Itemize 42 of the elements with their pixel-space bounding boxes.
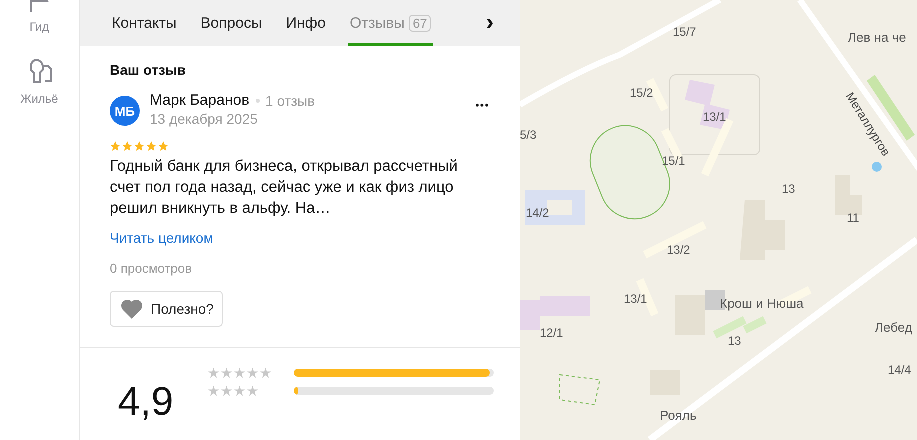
author-name: Марк Баранов: [150, 92, 250, 109]
house-number: 15/2: [630, 86, 654, 100]
more-button[interactable]: •••: [471, 96, 494, 116]
views-count: 0 просмотров: [110, 261, 194, 276]
separator-dot: [256, 98, 260, 102]
star-label: ★★★★★: [208, 366, 274, 380]
star-icon: [122, 141, 133, 152]
place-label: Лев на че: [848, 30, 906, 45]
house-number: 15/7: [673, 25, 696, 39]
read-more-link[interactable]: Читать целиком: [110, 230, 214, 246]
star-icon: [158, 141, 169, 152]
house-number: 13/1: [703, 110, 726, 124]
next-tabs-button[interactable]: ›: [480, 0, 500, 46]
heart-icon: [119, 298, 145, 320]
review-count: 1 отзыв: [266, 92, 316, 108]
avatar: МБ: [110, 96, 140, 126]
house-number: 14/4: [888, 363, 912, 377]
place-label: Крош и Нюша: [720, 296, 804, 311]
star-icon: [134, 141, 145, 152]
review-text: Годный банк для бизнеса, открывал рассчетный счет пол года назад, сейчас уже и как физ лицо решил вникнуть в альфу. На…: [110, 157, 459, 219]
place-label: Рояль: [660, 408, 697, 423]
house-number: 14/2: [526, 206, 550, 220]
count-badge: 67: [408, 14, 432, 32]
tab[interactable]: Инфо: [284, 0, 328, 46]
section-heading: Ваш отзыв: [110, 62, 188, 78]
average-score: 4,9: [118, 382, 174, 422]
map-drawing[interactable]: [520, 0, 917, 440]
helpful-button[interactable]: Полезно?: [110, 291, 223, 327]
house-number: 13: [728, 334, 742, 348]
star-icon: [146, 141, 157, 152]
tab[interactable]: Контакты: [110, 0, 179, 46]
house-number: 5/3: [520, 128, 537, 142]
place-label: Лебед: [875, 320, 912, 335]
star-icon: [110, 141, 121, 152]
house-number: 13/2: [667, 243, 690, 257]
house-number: 13/1: [624, 292, 648, 306]
tab[interactable]: Вопросы: [198, 0, 264, 46]
review-date: 13 декабря 2025: [150, 111, 259, 127]
house-number: 11: [847, 211, 860, 225]
house-number: 13: [782, 182, 796, 196]
star-label: ★★★★: [208, 384, 261, 398]
house-number: 12/1: [540, 326, 564, 340]
